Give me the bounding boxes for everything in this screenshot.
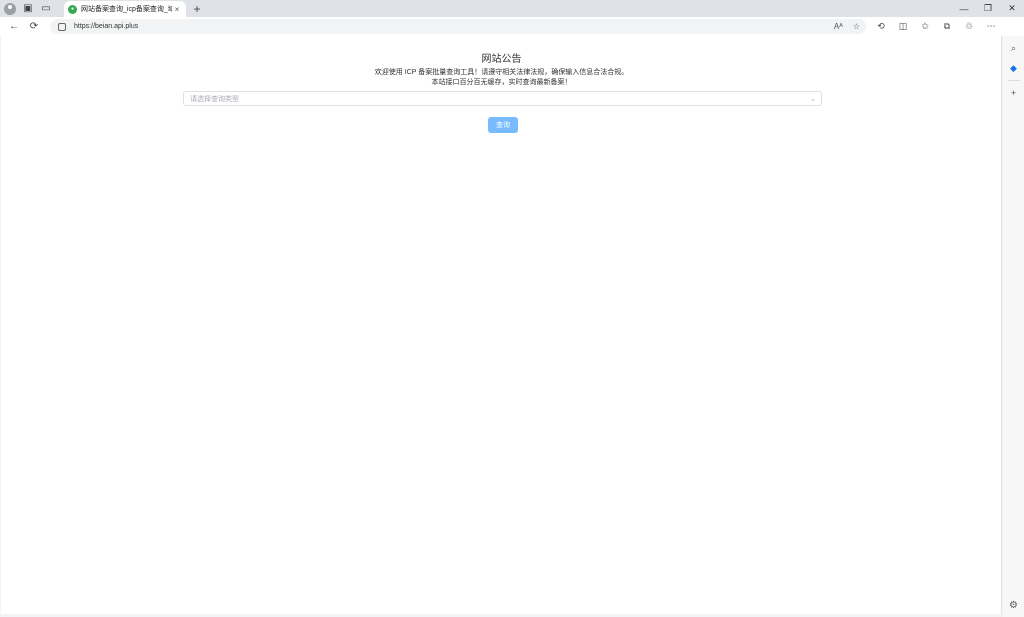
active-tab[interactable]: ● 网站备案查询_icp备案查询_域名备 × [64,1,186,17]
more-menu-icon[interactable]: ⋯ [980,21,1002,32]
reload-icon[interactable]: ⟳ [24,17,44,36]
close-window-icon[interactable]: ✕ [1000,0,1024,17]
select-placeholder: 请选择查询类型 [190,95,239,103]
browser-essentials-icon[interactable]: ♲ [958,21,980,32]
query-type-select[interactable]: 请选择查询类型 ⌄ [183,91,822,106]
address-bar[interactable]: https://beian.api.plus Aᴬ ☆ [50,19,866,34]
read-aloud-icon[interactable]: Aᴬ [834,22,843,31]
site-info-icon[interactable] [58,22,66,31]
refresh-extension-icon[interactable]: ⟲ [870,21,892,32]
notice-text-line-1: 欢迎使用 ICP 备案批量查询工具！请遵守相关法律法规，确保输入信息合法合规。 [374,69,629,76]
search-icon[interactable]: ⌕ [1003,38,1024,58]
navigation-bar: ← ⟳ https://beian.api.plus Aᴬ ☆ ⟲ ◫ ✩ ⧉ … [0,17,1024,36]
window-controls: — ❐ ✕ [952,0,1024,17]
chevron-down-icon: ⌄ [810,95,816,103]
new-tab-button[interactable]: + [190,0,204,17]
notice-title: 网站公告 [481,54,522,65]
site-favicon-icon: ● [68,4,77,14]
tab-close-icon[interactable]: × [172,5,182,14]
tab-actions-icon[interactable]: ▭ [37,0,55,17]
collections-icon[interactable]: ⧉ [936,21,958,32]
browser-toolbar: ⟲ ◫ ✩ ⧉ ♲ ⋯ [870,17,1002,36]
url-text: https://beian.api.plus [74,23,139,30]
add-sidebar-app-icon[interactable]: + [1003,83,1024,103]
browser-sidebar: ⌕ ◆ + ⚙ [1003,36,1024,617]
minimize-icon[interactable]: — [952,0,976,17]
tab-title: 网站备案查询_icp备案查询_域名备 [81,6,172,13]
shopping-icon[interactable]: ◆ [1003,58,1024,78]
workspaces-icon[interactable]: ▣ [19,0,37,17]
query-button[interactable]: 查询 [488,117,518,133]
sidebar-divider [1007,80,1020,81]
favorites-icon[interactable]: ✩ [914,21,936,32]
notice-text-line-2: 本站接口百分百无缓存，实时查询最新备案！ [431,79,572,86]
split-screen-icon[interactable]: ◫ [892,21,914,32]
profile-avatar[interactable] [4,2,16,15]
back-icon[interactable]: ← [4,17,24,36]
favorite-star-icon[interactable]: ☆ [853,22,860,31]
tab-strip: ▣ ▭ ● 网站备案查询_icp备案查询_域名备 × + — ❐ ✕ [0,0,1024,17]
restore-icon[interactable]: ❐ [976,0,1000,17]
page-content: 网站公告 欢迎使用 ICP 备案批量查询工具！请遵守相关法律法规，确保输入信息合… [1,36,1002,614]
settings-gear-icon[interactable]: ⚙ [1003,597,1024,613]
